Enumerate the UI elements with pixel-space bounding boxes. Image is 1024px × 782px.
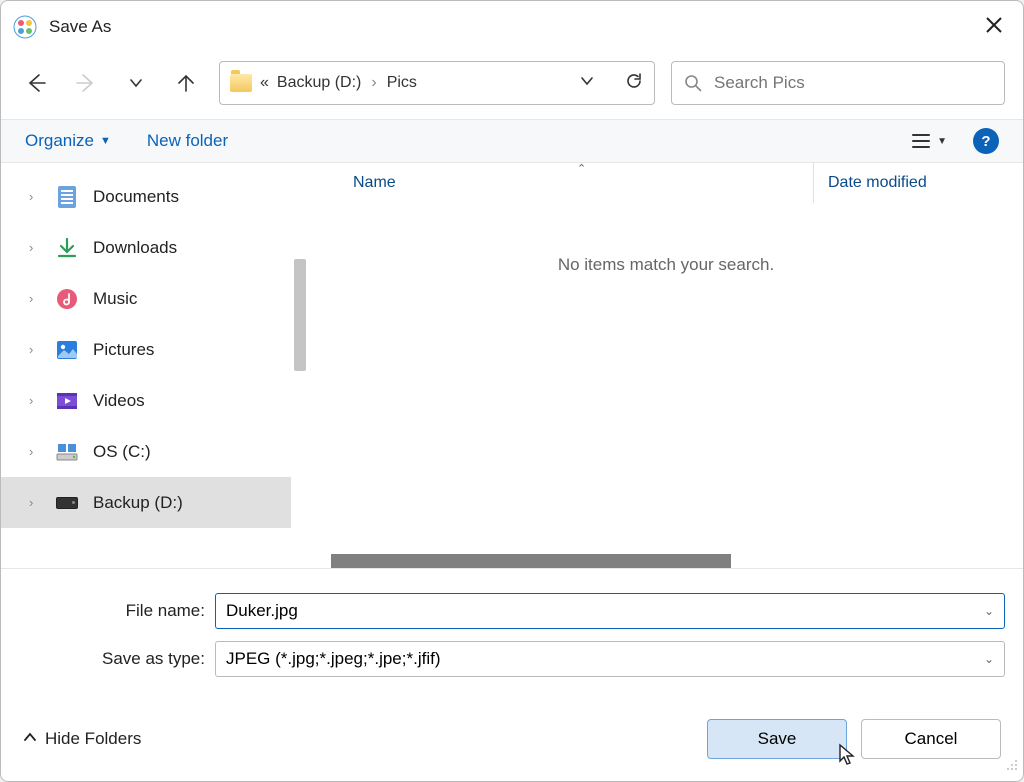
sidebar-item-drive-d[interactable]: › Backup (D:) [1, 477, 291, 528]
filetype-label: Save as type: [19, 649, 215, 669]
downloads-icon [55, 236, 79, 260]
sidebar-item-label: Music [93, 289, 137, 309]
dialog-title: Save As [49, 17, 985, 37]
chevron-down-icon: ▼ [937, 136, 947, 147]
filetype-select[interactable]: JPEG (*.jpg;*.jpeg;*.jpe;*.jfif) ⌄ [215, 641, 1005, 677]
dialog-footer: Hide Folders Save Cancel [1, 699, 1023, 781]
view-options-button[interactable]: ▼ [911, 132, 947, 150]
sidebar-item-downloads[interactable]: › Downloads [1, 222, 291, 273]
chevron-right-icon: › [29, 240, 41, 255]
sidebar-item-label: Documents [93, 187, 179, 207]
cursor-icon [838, 743, 858, 772]
column-header-date[interactable]: Date modified [813, 163, 1003, 203]
up-button[interactable] [169, 66, 203, 100]
resize-grip-icon[interactable] [1005, 758, 1019, 777]
recent-locations-button[interactable] [119, 66, 153, 100]
drive-icon [55, 440, 79, 464]
close-button[interactable] [985, 16, 1003, 39]
filename-input[interactable]: Duker.jpg ⌄ [215, 593, 1005, 629]
title-bar: Save As [1, 1, 1023, 53]
chevron-right-icon: › [29, 393, 41, 408]
refresh-button[interactable] [624, 71, 644, 96]
pictures-icon [55, 338, 79, 362]
hide-folders-toggle[interactable]: Hide Folders [23, 729, 141, 749]
column-header-name[interactable]: Name [353, 174, 813, 192]
sidebar-item-label: Backup (D:) [93, 493, 183, 513]
sidebar-scrollbar[interactable] [291, 163, 309, 568]
sidebar-item-drive-c[interactable]: › OS (C:) [1, 426, 291, 477]
new-folder-button[interactable]: New folder [147, 131, 228, 151]
forward-button[interactable] [69, 66, 103, 100]
search-input[interactable] [714, 73, 992, 93]
back-button[interactable] [19, 66, 53, 100]
documents-icon [55, 185, 79, 209]
folder-icon [230, 74, 252, 92]
navigation-row: « Backup (D:) › Pics [1, 53, 1023, 119]
breadcrumb-parent[interactable]: Backup (D:) [277, 74, 361, 92]
sidebar-item-pictures[interactable]: › Pictures [1, 324, 291, 375]
search-icon [684, 74, 702, 92]
filename-label: File name: [19, 601, 215, 621]
breadcrumb-separator: › [371, 74, 376, 92]
column-headers: Name Date modified [309, 163, 1023, 203]
chevron-down-icon: ▼ [100, 135, 111, 147]
paint-app-icon [13, 15, 37, 39]
drive-icon [55, 491, 79, 515]
horizontal-scrollbar[interactable] [331, 554, 731, 568]
chevron-down-icon[interactable]: ⌄ [984, 604, 994, 618]
sidebar-item-videos[interactable]: › Videos [1, 375, 291, 426]
chevron-right-icon: › [29, 189, 41, 204]
sidebar-item-label: Pictures [93, 340, 154, 360]
empty-message: No items match your search. [309, 255, 1023, 275]
chevron-right-icon: › [29, 342, 41, 357]
sidebar-item-documents[interactable]: › Documents [1, 171, 291, 222]
chevron-up-icon [23, 729, 37, 749]
navigation-sidebar: › Documents › Downloads › Music › [1, 163, 291, 568]
save-button[interactable]: Save [707, 719, 847, 759]
videos-icon [55, 389, 79, 413]
chevron-down-icon[interactable]: ⌄ [984, 652, 994, 666]
save-as-dialog: Save As « Backup (D:) › Pics [0, 0, 1024, 782]
sidebar-item-label: OS (C:) [93, 442, 151, 462]
sidebar-item-label: Videos [93, 391, 145, 411]
breadcrumb-current[interactable]: Pics [387, 74, 417, 92]
chevron-right-icon: › [29, 495, 41, 510]
organize-menu[interactable]: Organize ▼ [25, 131, 111, 151]
toolbar: Organize ▼ New folder ▼ ? [1, 119, 1023, 163]
scrollbar-thumb[interactable] [294, 259, 306, 371]
chevron-right-icon: › [29, 291, 41, 306]
form-area: File name: Duker.jpg ⌄ Save as type: JPE… [1, 568, 1023, 699]
music-icon [55, 287, 79, 311]
cancel-button[interactable]: Cancel [861, 719, 1001, 759]
address-dropdown-icon[interactable] [580, 74, 594, 93]
sidebar-item-music[interactable]: › Music [1, 273, 291, 324]
chevron-right-icon: › [29, 444, 41, 459]
help-button[interactable]: ? [973, 128, 999, 154]
content-area: › Documents › Downloads › Music › [1, 163, 1023, 568]
breadcrumb-prefix: « [260, 74, 269, 92]
sidebar-item-label: Downloads [93, 238, 177, 258]
address-bar[interactable]: « Backup (D:) › Pics [219, 61, 655, 105]
file-list-pane: ⌃ Name Date modified No items match your… [309, 163, 1023, 568]
search-box[interactable] [671, 61, 1005, 105]
